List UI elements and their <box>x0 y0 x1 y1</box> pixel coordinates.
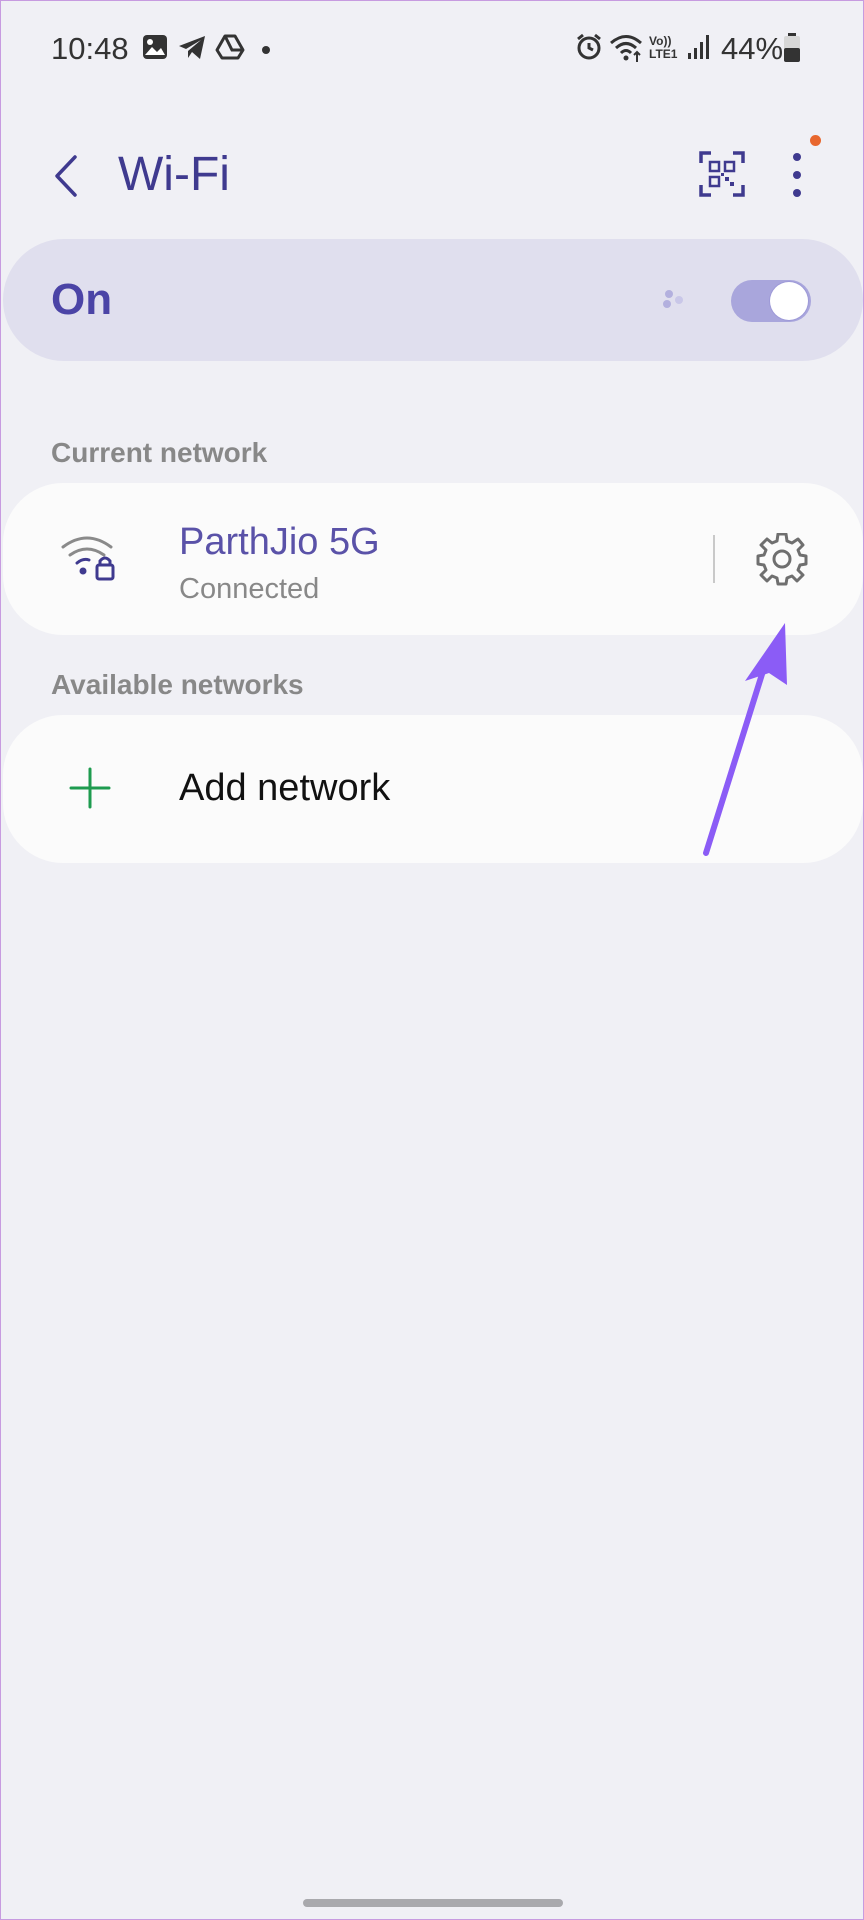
volte-icon: Vo)) LTE1 <box>649 35 683 63</box>
wifi-lock-icon <box>61 536 115 581</box>
app-header: Wi-Fi <box>1 121 864 221</box>
telegram-icon <box>179 36 205 59</box>
annotation-arrow <box>703 623 787 856</box>
more-options-icon[interactable] <box>777 147 817 203</box>
wifi-icon <box>610 35 642 62</box>
volte-text-bottom: LTE1 <box>649 47 678 61</box>
wifi-toggle-switch[interactable] <box>731 280 811 322</box>
current-network-header: Current network <box>51 437 268 468</box>
vertical-divider <box>713 535 715 583</box>
qr-code-icon[interactable] <box>697 149 747 199</box>
page-title: Wi-Fi <box>118 148 230 201</box>
status-bar: 10:48 Vo)) LTE1 44% <box>1 1 864 101</box>
toggle-knob <box>770 282 808 320</box>
alarm-icon <box>577 33 601 60</box>
add-network-label: Add network <box>179 767 391 809</box>
gallery-icon <box>143 35 167 59</box>
back-icon[interactable] <box>47 151 87 201</box>
network-status: Connected <box>179 573 320 605</box>
scanning-dots-icon <box>663 290 683 308</box>
wifi-state-label: On <box>51 275 113 324</box>
dot-icon <box>262 46 270 54</box>
battery-icon <box>784 33 800 62</box>
battery-percent: 44% <box>721 31 784 66</box>
available-networks-header: Available networks <box>51 669 304 700</box>
plus-icon <box>69 767 111 809</box>
drive-icon <box>215 34 245 60</box>
notification-dot <box>810 135 821 146</box>
wifi-master-toggle-row[interactable]: On <box>3 239 863 361</box>
home-indicator[interactable] <box>303 1899 563 1907</box>
settings-gear-icon[interactable] <box>755 533 809 587</box>
signal-icon <box>688 35 709 59</box>
network-name: ParthJio 5G <box>179 521 380 563</box>
status-time: 10:48 <box>51 31 129 66</box>
